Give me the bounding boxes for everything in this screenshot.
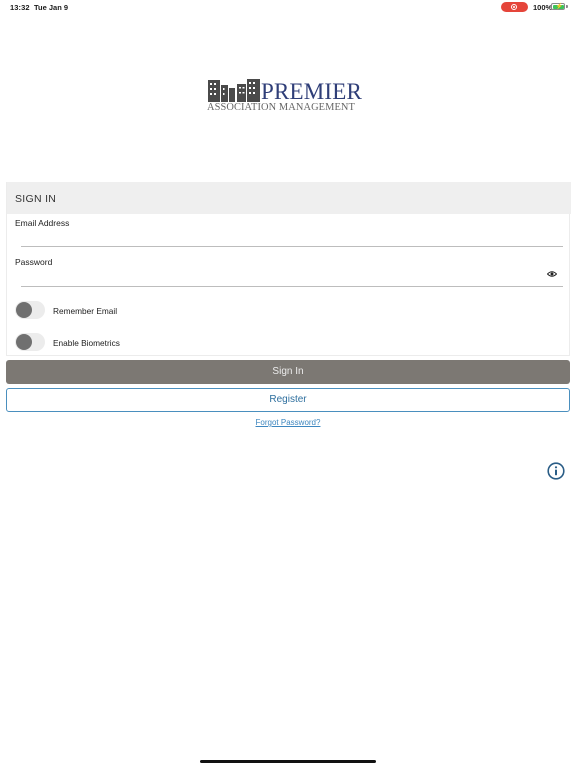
biometrics-label: Enable Biometrics — [53, 338, 120, 348]
home-indicator — [200, 760, 376, 763]
status-date: Tue Jan 9 — [34, 3, 69, 12]
status-bar: 13:32 Tue Jan 9 100% ⚡ — [0, 0, 576, 14]
signin-header: SIGN IN — [7, 182, 571, 214]
status-time: 13:32 — [10, 3, 30, 12]
email-underline — [21, 246, 563, 247]
premier-logo: PREMIER ASSOCIATION MANAGEMENT — [207, 78, 371, 116]
signin-button[interactable]: Sign In — [6, 360, 570, 384]
battery-icon: ⚡ — [551, 3, 565, 10]
logo-name: PREMIER — [261, 79, 363, 104]
register-button[interactable]: Register — [6, 388, 570, 412]
buildings-icon — [208, 79, 260, 102]
signin-title: SIGN IN — [15, 193, 57, 205]
biometrics-toggle[interactable] — [15, 333, 45, 351]
battery-percentage: 100% — [533, 3, 553, 12]
password-field[interactable] — [21, 270, 541, 286]
password-underline — [21, 286, 563, 287]
info-icon[interactable] — [547, 462, 565, 480]
email-label: Email Address — [15, 218, 70, 228]
signin-panel: SIGN IN Email Address Password Remember … — [6, 182, 571, 356]
remember-email-label: Remember Email — [53, 306, 118, 316]
email-field[interactable] — [21, 230, 541, 246]
record-icon[interactable] — [501, 2, 528, 12]
login-screen: 13:32 Tue Jan 9 100% ⚡ PREMIER ASSOCIATI… — [0, 0, 576, 768]
forgot-password-link[interactable]: Forgot Password? — [0, 418, 576, 427]
remember-email-toggle[interactable] — [15, 301, 45, 319]
logo-subtitle: ASSOCIATION MANAGEMENT — [207, 102, 355, 113]
password-label: Password — [15, 257, 53, 267]
eye-icon[interactable] — [547, 270, 557, 278]
